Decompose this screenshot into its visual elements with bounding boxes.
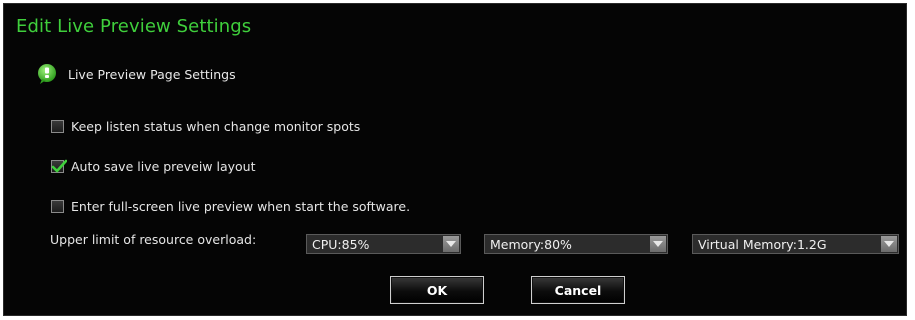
keep-listen-label: Keep listen status when change monitor s… xyxy=(71,118,361,134)
cancel-button[interactable]: Cancel xyxy=(531,276,625,304)
option-full-screen[interactable]: Enter full-screen live preview when star… xyxy=(51,197,410,215)
cpu-select[interactable]: CPU:85% xyxy=(306,234,461,254)
virtual-memory-select[interactable]: Virtual Memory:1.2G xyxy=(692,234,899,254)
option-auto-save[interactable]: Auto save live preveiw layout xyxy=(51,157,256,175)
section-label: Live Preview Page Settings xyxy=(68,66,236,82)
chevron-down-icon[interactable] xyxy=(881,236,897,252)
chevron-down-icon[interactable] xyxy=(650,236,666,252)
resource-limit-label: Upper limit of resource overload: xyxy=(50,232,257,247)
full-screen-label: Enter full-screen live preview when star… xyxy=(71,198,411,214)
memory-value: Memory:80% xyxy=(490,236,572,252)
dialog-title: Edit Live Preview Settings xyxy=(16,16,252,37)
section-header: Live Preview Page Settings xyxy=(36,62,236,86)
auto-save-label: Auto save live preveiw layout xyxy=(71,158,256,174)
full-screen-checkbox[interactable] xyxy=(51,199,64,213)
edit-live-preview-dialog: Edit Live Preview Settings Live Preview … xyxy=(3,3,907,316)
option-keep-listen[interactable]: Keep listen status when change monitor s… xyxy=(51,117,360,135)
virtual-memory-value: Virtual Memory:1.2G xyxy=(698,236,827,252)
cpu-value: CPU:85% xyxy=(312,236,370,252)
keep-listen-checkbox[interactable] xyxy=(51,119,64,133)
auto-save-checkbox[interactable] xyxy=(51,159,67,173)
speech-bubble-icon xyxy=(36,63,58,85)
ok-button[interactable]: OK xyxy=(390,276,484,304)
chevron-down-icon[interactable] xyxy=(443,236,459,252)
checkmark-icon xyxy=(51,159,67,172)
memory-select[interactable]: Memory:80% xyxy=(484,234,668,254)
